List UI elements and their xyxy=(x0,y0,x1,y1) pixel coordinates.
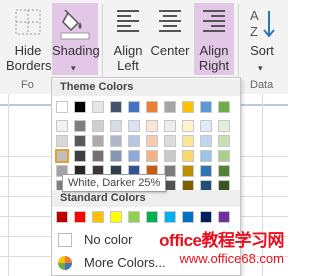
theme-color-swatch[interactable] xyxy=(110,135,122,147)
theme-color-swatch[interactable] xyxy=(56,135,68,147)
shading-button[interactable]: Shading ▾ xyxy=(52,3,100,75)
theme-color-swatch[interactable] xyxy=(200,120,212,132)
theme-color-swatch[interactable] xyxy=(146,150,158,162)
align-right-icon xyxy=(201,7,227,38)
theme-color-swatch[interactable] xyxy=(74,120,86,132)
theme-color-swatch[interactable] xyxy=(146,120,158,132)
no-color-label: No color xyxy=(84,232,133,247)
group-label-data: Data xyxy=(250,79,274,91)
color-tooltip: White, Darker 25% xyxy=(62,174,167,192)
align-left-label: Align Left xyxy=(113,43,143,73)
theme-color-swatch[interactable] xyxy=(92,101,104,113)
align-left-icon xyxy=(115,7,141,38)
theme-color-swatch[interactable] xyxy=(200,101,212,113)
standard-color-swatch[interactable] xyxy=(164,211,176,223)
center-label: Center xyxy=(150,43,190,58)
theme-color-swatch[interactable] xyxy=(164,101,176,113)
theme-color-swatch[interactable] xyxy=(110,150,122,162)
theme-color-swatch[interactable] xyxy=(146,101,158,113)
theme-color-swatch[interactable] xyxy=(92,120,104,132)
standard-color-swatch[interactable] xyxy=(218,211,230,223)
sort-az-icon: A Z xyxy=(248,7,276,42)
shading-label: Shading xyxy=(52,43,100,58)
standard-color-swatch[interactable] xyxy=(200,211,212,223)
watermark: office教程学习网 www.office68.com xyxy=(159,226,284,266)
sort-button[interactable]: A Z Sort ▾ xyxy=(242,3,282,75)
paint-bucket-icon xyxy=(59,7,91,44)
chevron-down-icon: ▾ xyxy=(71,63,76,73)
watermark-url: www.office68.com xyxy=(179,251,284,266)
theme-color-swatch[interactable] xyxy=(146,135,158,147)
theme-color-swatch[interactable] xyxy=(74,101,86,113)
theme-color-swatch[interactable] xyxy=(182,101,194,113)
theme-color-swatch[interactable] xyxy=(218,101,230,113)
theme-color-swatch[interactable] xyxy=(218,120,230,132)
chevron-down-icon: ▾ xyxy=(258,63,263,73)
theme-color-swatch[interactable] xyxy=(55,149,69,163)
align-center-icon xyxy=(157,7,183,38)
svg-text:A: A xyxy=(250,8,259,23)
theme-color-swatch[interactable] xyxy=(164,120,176,132)
theme-color-swatch[interactable] xyxy=(200,165,212,177)
theme-color-swatch[interactable] xyxy=(128,120,140,132)
theme-color-swatch[interactable] xyxy=(182,165,194,177)
more-colors-label: More Colors... xyxy=(84,255,166,270)
theme-color-swatch[interactable] xyxy=(218,150,230,162)
theme-color-grid xyxy=(55,101,232,192)
theme-color-swatch[interactable] xyxy=(128,101,140,113)
color-wheel-icon xyxy=(57,255,73,274)
theme-color-swatch[interactable] xyxy=(92,135,104,147)
center-button[interactable]: Center xyxy=(148,3,192,75)
theme-color-swatch[interactable] xyxy=(128,135,140,147)
hide-borders-label: Hide Borders xyxy=(6,43,52,73)
svg-text:Z: Z xyxy=(250,24,258,39)
theme-color-swatch[interactable] xyxy=(56,101,68,113)
hide-borders-button[interactable]: Hide Borders xyxy=(6,3,52,75)
align-right-label: Align Right xyxy=(198,43,230,73)
theme-color-swatch[interactable] xyxy=(92,150,104,162)
theme-color-swatch[interactable] xyxy=(218,165,230,177)
theme-color-swatch[interactable] xyxy=(182,135,194,147)
theme-color-swatch[interactable] xyxy=(182,150,194,162)
theme-color-swatch[interactable] xyxy=(128,150,140,162)
standard-color-row xyxy=(56,211,232,225)
standard-color-swatch[interactable] xyxy=(56,211,68,223)
group-label-font: Fo xyxy=(21,79,34,91)
standard-color-swatch[interactable] xyxy=(182,211,194,223)
theme-color-swatch[interactable] xyxy=(182,120,194,132)
theme-color-swatch[interactable] xyxy=(56,120,68,132)
standard-color-swatch[interactable] xyxy=(74,211,86,223)
theme-color-swatch[interactable] xyxy=(200,135,212,147)
borders-icon xyxy=(13,7,43,40)
theme-color-swatch[interactable] xyxy=(164,150,176,162)
theme-color-swatch[interactable] xyxy=(200,150,212,162)
gridline xyxy=(8,94,9,276)
standard-color-swatch[interactable] xyxy=(110,211,122,223)
theme-color-swatch[interactable] xyxy=(110,101,122,113)
align-right-button[interactable]: Align Right xyxy=(194,3,234,75)
theme-color-swatch[interactable] xyxy=(74,150,86,162)
watermark-title: office教程学习网 xyxy=(159,231,284,250)
no-color-icon xyxy=(58,233,72,247)
theme-color-swatch[interactable] xyxy=(74,135,86,147)
standard-colors-heading: Standard Colors xyxy=(52,190,240,207)
standard-color-swatch[interactable] xyxy=(128,211,140,223)
standard-color-swatch[interactable] xyxy=(146,211,158,223)
standard-color-swatch[interactable] xyxy=(92,211,104,223)
align-left-button[interactable]: Align Left xyxy=(108,3,148,75)
theme-color-swatch[interactable] xyxy=(218,135,230,147)
sort-label: Sort xyxy=(250,43,274,58)
theme-color-swatch[interactable] xyxy=(110,120,122,132)
theme-color-swatch[interactable] xyxy=(164,135,176,147)
theme-colors-heading: Theme Colors xyxy=(52,79,240,96)
